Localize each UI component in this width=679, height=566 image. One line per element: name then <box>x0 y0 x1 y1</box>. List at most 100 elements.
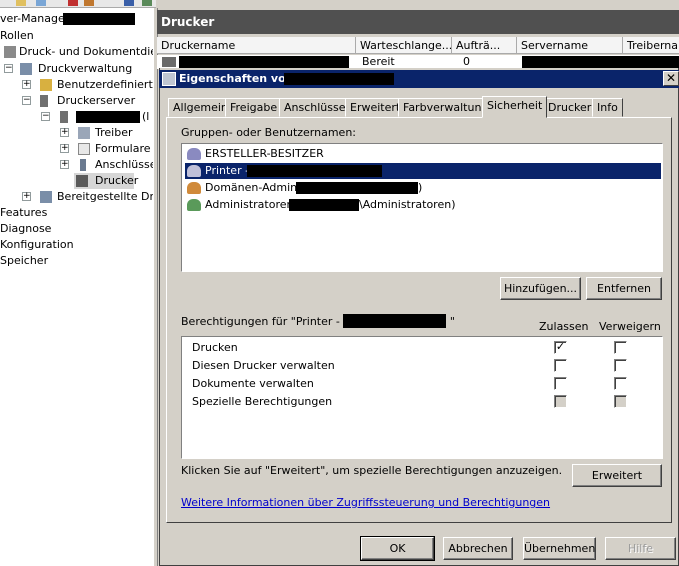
remove-button[interactable]: Entfernen <box>586 277 662 300</box>
user-name: Printer - <box>205 164 250 177</box>
expand-icon[interactable]: + <box>22 192 31 201</box>
tab-anschluesse[interactable]: Anschlüsse <box>279 98 351 117</box>
tree-item-label: Features <box>0 206 48 219</box>
tab-freigabe[interactable]: Freigabe <box>225 98 283 117</box>
user-name-suffix: ) <box>418 181 423 194</box>
tree-item-label: Anschlüsse <box>95 158 156 171</box>
form-icon <box>78 143 90 155</box>
dialog-titlebar[interactable]: Eigenschaften von ✕ <box>159 70 679 88</box>
tab-farbverwaltung[interactable]: Farbverwaltung <box>398 98 494 117</box>
expand-icon[interactable]: + <box>22 80 31 89</box>
tree-item-label: Drucker <box>95 174 139 187</box>
user-name: Administratoren ( <box>205 198 302 211</box>
navigation-tree: ver-Manager ( Rollen Druck- und Dokument… <box>0 8 156 566</box>
add-button[interactable]: Hinzufügen... <box>500 277 581 300</box>
deny-column-header: Verweigern <box>599 320 661 333</box>
permission-name: Diesen Drucker verwalten <box>192 359 335 372</box>
folder-icon[interactable] <box>16 0 26 6</box>
column-header-printer-name[interactable]: Druckername <box>157 37 356 54</box>
expand-icon[interactable]: + <box>60 160 69 169</box>
delete-icon[interactable] <box>68 0 78 6</box>
tree-item-label: Druck- und Dokumentdienst <box>19 45 155 58</box>
tree-item-label: (l <box>142 110 150 123</box>
jobs-cell: 0 <box>463 55 470 68</box>
tree-item-label: Speicher <box>0 254 49 267</box>
redacted-text <box>76 111 140 123</box>
redacted-text <box>179 56 349 68</box>
expand-icon[interactable]: + <box>60 144 69 153</box>
deployed-printers-icon <box>40 191 52 203</box>
printer-role-icon <box>4 46 16 58</box>
tab-info[interactable]: Info <box>592 98 623 117</box>
access-control-help-link[interactable]: Weitere Informationen über Zugriffssteue… <box>181 496 550 509</box>
permissions-label-suffix: " <box>449 315 455 328</box>
permission-name: Drucken <box>192 341 238 354</box>
tree-item-label: Druckerserver <box>57 94 136 107</box>
user-group-icon <box>187 182 201 194</box>
deny-print-checkbox[interactable] <box>614 341 627 354</box>
printer-icon <box>162 57 176 67</box>
advanced-button[interactable]: Erweitert <box>572 464 662 487</box>
allow-manage-documents-checkbox[interactable] <box>554 377 567 390</box>
column-header-queue-status[interactable]: Warteschlange... <box>356 37 452 54</box>
server-icon <box>40 95 48 107</box>
column-header-server-name[interactable]: Servername <box>517 37 623 54</box>
deny-manage-documents-checkbox[interactable] <box>614 377 627 390</box>
help-button[interactable]: Hilfe <box>605 537 676 560</box>
list-item[interactable]: ERSTELLER-BESITZER <box>185 146 661 162</box>
apply-button[interactable]: Übernehmen <box>523 537 596 560</box>
list-item[interactable]: Printer - <box>185 163 661 179</box>
cancel-button[interactable]: Abbrechen <box>443 537 513 560</box>
allow-manage-printer-checkbox[interactable] <box>554 359 567 372</box>
refresh-icon[interactable] <box>142 0 152 6</box>
pane-splitter[interactable] <box>153 8 158 566</box>
user-list[interactable]: ERSTELLER-BESITZER Printer - Domänen-Adm… <box>181 143 663 272</box>
list-item[interactable]: Domänen-Admins ( ) <box>185 180 661 196</box>
help-icon[interactable] <box>124 0 134 6</box>
tab-allgemein[interactable]: Allgemein <box>168 98 233 117</box>
deny-manage-printer-checkbox[interactable] <box>614 359 627 372</box>
tree-item-label: Rollen <box>0 29 34 42</box>
filter-folder-icon <box>40 79 52 91</box>
tab-sicherheit[interactable]: Sicherheit <box>482 96 548 118</box>
allow-special-checkbox <box>554 395 567 408</box>
user-name: ERSTELLER-BESITZER <box>205 147 324 160</box>
table-row[interactable]: Bereit 0 <box>157 55 679 69</box>
permission-name: Spezielle Berechtigungen <box>192 395 333 408</box>
toolbar <box>0 0 156 8</box>
list-item[interactable]: Administratoren ( \Administratoren) <box>185 197 661 213</box>
redacted-text <box>63 13 135 25</box>
print-management-icon <box>20 63 32 75</box>
redacted-text <box>289 199 359 211</box>
collapse-icon[interactable]: − <box>4 64 13 73</box>
ok-button[interactable]: OK <box>360 536 435 561</box>
column-header-jobs[interactable]: Aufträ... <box>452 37 517 54</box>
tree-item-label: Druckverwaltung <box>38 62 133 75</box>
redacted-text <box>296 182 418 194</box>
expand-icon[interactable]: + <box>60 128 69 137</box>
allow-print-checkbox[interactable]: ✓ <box>554 341 567 354</box>
column-header-driver-name[interactable]: Treibernam <box>623 37 679 54</box>
tab-erweitert[interactable]: Erweitert <box>345 98 406 117</box>
collapse-icon[interactable]: − <box>41 112 50 121</box>
printer-properties-icon <box>162 72 176 86</box>
close-icon[interactable]: ✕ <box>663 71 679 86</box>
view-icon[interactable] <box>36 0 46 6</box>
dialog-title: Eigenschaften von <box>179 72 294 85</box>
tree-item-server[interactable]: − (l <box>0 109 155 125</box>
tree-item-label: Konfiguration <box>0 238 74 251</box>
printer-icon <box>76 175 88 187</box>
deny-special-checkbox <box>614 395 627 408</box>
permissions-label: Berechtigungen für "Printer - " <box>181 314 455 328</box>
tree-item-printers[interactable]: Drucker <box>74 173 138 189</box>
permission-name: Dokumente verwalten <box>192 377 314 390</box>
tab-drucker[interactable]: Drucker <box>543 98 597 117</box>
server-icon <box>60 111 68 123</box>
permission-row-manage-documents: Dokumente verwalten <box>192 375 314 393</box>
user-group-icon <box>187 199 201 211</box>
collapse-icon[interactable]: − <box>22 96 31 105</box>
user-group-icon <box>187 165 201 177</box>
action-icon[interactable] <box>84 0 94 6</box>
permission-row-manage-printer: Diesen Drucker verwalten <box>192 357 335 375</box>
groups-label: Gruppen- oder Benutzernamen: <box>181 126 357 139</box>
